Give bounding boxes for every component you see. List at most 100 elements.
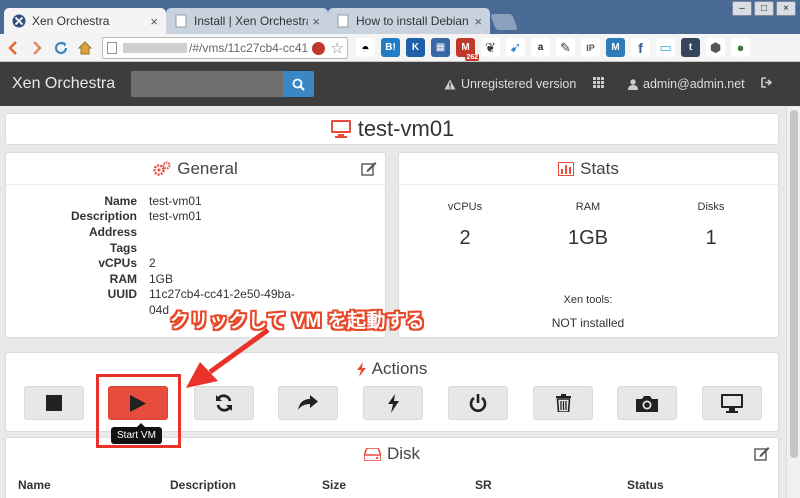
desktop-icon xyxy=(721,393,743,413)
tab-close-icon[interactable]: × xyxy=(474,14,482,29)
prop-row-name: Name test-vm01 xyxy=(6,193,295,209)
prop-value: test-vm01 xyxy=(149,209,202,224)
migrate-vm-button[interactable] xyxy=(278,386,338,420)
user-menu[interactable]: admin@admin.net xyxy=(628,77,745,91)
bookmark-star-icon[interactable]: ☆ xyxy=(331,39,344,57)
stat-label: Disks xyxy=(697,201,725,213)
vm-name-title[interactable]: test-vm01 xyxy=(358,116,455,142)
start-vm-tooltip: Start VM xyxy=(111,423,162,444)
column-header: Name xyxy=(18,478,51,492)
tab-install-debian[interactable]: How to install Debian Se × xyxy=(328,8,490,34)
stat-vcpus: vCPUs 2 xyxy=(405,201,525,250)
chevron-left-icon xyxy=(8,40,17,55)
chat-extension-icon[interactable]: ▭ xyxy=(656,38,675,57)
unregistered-link[interactable]: Unregistered version xyxy=(444,77,576,91)
xen-orchestra-favicon-icon xyxy=(12,14,26,28)
home-button[interactable] xyxy=(74,37,96,59)
snapshot-vm-button[interactable] xyxy=(617,386,677,420)
prop-row-address: Address xyxy=(6,224,295,240)
prop-row-vcpus: vCPUs 2 xyxy=(6,255,295,271)
forward-button[interactable] xyxy=(26,37,48,59)
stat-label: vCPUs xyxy=(447,201,483,213)
tab-close-icon[interactable]: × xyxy=(150,14,158,29)
column-header: SR xyxy=(475,478,492,492)
search-icon xyxy=(292,78,305,91)
force-reboot-button[interactable] xyxy=(363,386,423,420)
k-extension-icon[interactable]: K xyxy=(406,38,425,57)
hatena-bookmark-icon[interactable]: B! xyxy=(381,38,400,57)
m-extension-icon[interactable]: M xyxy=(606,38,625,57)
xo-brand-link[interactable]: Xen Orchestra xyxy=(12,75,115,93)
mask-extension-icon[interactable]: ◓ xyxy=(356,38,375,57)
trash-icon xyxy=(555,394,571,412)
apps-grid-button[interactable] xyxy=(593,77,604,88)
stat-disks: Disks 1 xyxy=(651,201,771,250)
prop-value: 04d xyxy=(149,302,170,317)
back-button[interactable] xyxy=(2,37,24,59)
stat-value: 2 xyxy=(459,227,471,249)
hdd-icon xyxy=(363,447,381,461)
feedly-icon[interactable]: ⬢ xyxy=(706,38,725,57)
delete-vm-button[interactable] xyxy=(533,386,593,420)
ip-extension-icon[interactable]: IP xyxy=(581,38,600,57)
reload-icon xyxy=(54,41,68,54)
tab-close-icon[interactable]: × xyxy=(312,14,320,29)
tool-extension-icon[interactable]: ✎ xyxy=(556,38,575,57)
stat-ram: RAM 1GB xyxy=(528,201,648,250)
gmail-icon[interactable]: M 262 xyxy=(456,38,479,61)
home-icon xyxy=(77,40,93,54)
maximize-button[interactable]: □ xyxy=(754,1,774,16)
grid-icon xyxy=(593,77,604,88)
address-bar[interactable]: /#/vms/11c27cb4-cc41 ☆ xyxy=(102,36,348,59)
prop-value: test-vm01 xyxy=(149,193,202,208)
amazon-icon[interactable]: a xyxy=(531,38,550,57)
close-window-button[interactable]: × xyxy=(776,1,796,16)
prop-row-description: Description test-vm01 xyxy=(6,209,295,225)
sign-out-button[interactable] xyxy=(761,77,773,88)
edit-disk-button[interactable] xyxy=(754,446,770,464)
stats-header: Stats xyxy=(399,153,778,185)
page-icon xyxy=(107,41,117,54)
bar-chart-icon xyxy=(558,161,575,176)
prop-label: Name xyxy=(104,193,137,208)
edit-icon xyxy=(361,162,377,176)
minimize-button[interactable]: – xyxy=(732,1,752,16)
stop-icon[interactable] xyxy=(312,41,325,55)
prop-value: 11c27cb4-cc41-2e50-49ba- xyxy=(149,287,295,302)
evernote-icon[interactable]: ❦ xyxy=(481,38,500,57)
bolt-icon xyxy=(387,393,399,413)
xen-tools-label: Xen tools: xyxy=(563,294,613,306)
force-shutdown-button[interactable] xyxy=(448,386,508,420)
column-header: Description xyxy=(170,478,237,492)
edit-general-button[interactable] xyxy=(361,161,377,179)
search-input[interactable] xyxy=(131,71,283,97)
share-arrow-icon xyxy=(298,395,318,410)
tab-title: How to install Debian Se xyxy=(356,14,470,28)
search-button[interactable] xyxy=(283,71,314,97)
tab-xen-orchestra[interactable]: Xen Orchestra × xyxy=(4,8,166,34)
stats-title: Stats xyxy=(580,158,619,178)
xen-tools-value: NOT installed xyxy=(551,316,625,330)
prop-row-tags: Tags xyxy=(6,240,295,256)
console-vm-button[interactable] xyxy=(702,386,762,420)
annotation-callout: クリックして VM を起動する xyxy=(170,311,425,332)
page-scrollbar[interactable] xyxy=(786,106,800,498)
camera-icon xyxy=(636,395,658,412)
scrollbar-thumb[interactable] xyxy=(790,110,798,458)
redacted-host xyxy=(123,42,187,53)
prop-value: 2 xyxy=(149,256,156,271)
restart-vm-button[interactable] xyxy=(194,386,254,420)
prop-label: Description xyxy=(70,209,137,224)
reload-button[interactable] xyxy=(50,37,72,59)
facebook-icon[interactable]: f xyxy=(631,38,650,57)
bolt-icon xyxy=(356,361,366,377)
calendar-extension-icon[interactable]: ▦ xyxy=(431,38,450,57)
general-title: General xyxy=(177,158,238,178)
tab-install-xen-orchestra[interactable]: Install | Xen Orchestra × xyxy=(166,8,328,34)
browser-tab-bar: Xen Orchestra × Install | Xen Orchestra … xyxy=(0,0,800,34)
bird-extension-icon[interactable]: ➹ xyxy=(506,38,525,57)
stop-vm-button[interactable] xyxy=(24,386,84,420)
tumblr-icon[interactable]: t xyxy=(681,38,700,57)
new-tab-button[interactable] xyxy=(490,14,518,30)
globe-extension-icon[interactable]: ● xyxy=(731,38,750,57)
